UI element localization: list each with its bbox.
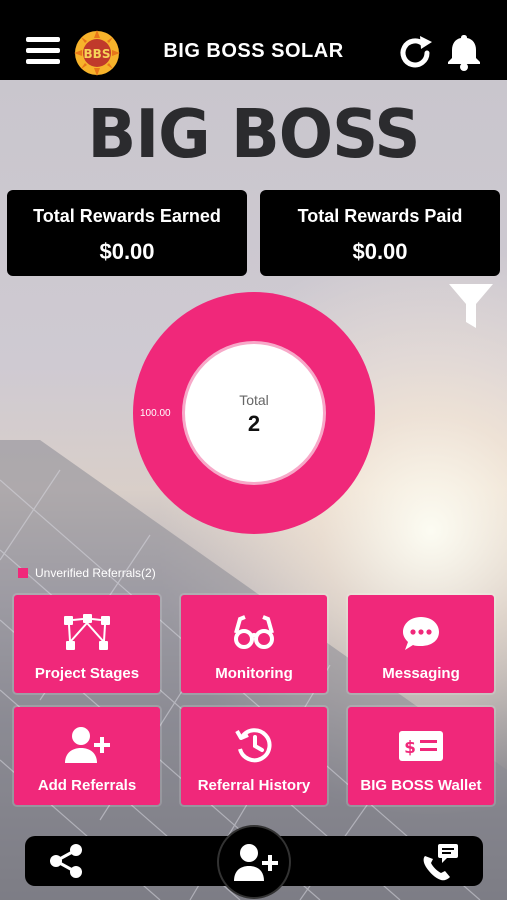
referral-history-tile[interactable]: Referral History: [181, 707, 327, 805]
earned-label: Total Rewards Earned: [33, 206, 221, 226]
paid-value: $0.00: [352, 239, 408, 264]
add-user-icon: [234, 844, 278, 881]
total-rewards-earned-card: Total Rewards Earned $0.00: [7, 190, 247, 276]
earned-value: $0.00: [99, 239, 155, 264]
add-referral-fab[interactable]: [219, 827, 289, 897]
share-icon[interactable]: [48, 843, 84, 879]
legend-label: Unverified Referrals(2): [35, 566, 156, 580]
monitoring-tile[interactable]: Monitoring: [181, 595, 327, 693]
chat-icon: [348, 613, 494, 653]
bell-icon[interactable]: [446, 33, 482, 71]
project-stages-icon: [14, 613, 160, 653]
add-referrals-tile[interactable]: Add Referrals: [14, 707, 160, 805]
add-user-icon: [14, 725, 160, 765]
total-rewards-paid-card: Total Rewards Paid $0.00: [260, 190, 500, 276]
top-app-bar: BBS BIG BOSS SOLAR: [0, 0, 507, 80]
messaging-tile[interactable]: Messaging: [348, 595, 494, 693]
big-boss-wallet-tile[interactable]: $ BIG BOSS Wallet: [348, 707, 494, 805]
tile-label: Add Referrals: [37, 777, 137, 794]
brand-heading: BIG BOSS: [87, 96, 421, 174]
glasses-icon: [181, 613, 327, 653]
paid-label: Total Rewards Paid: [297, 206, 463, 226]
history-icon: [181, 725, 327, 765]
legend-swatch: [18, 568, 28, 578]
tile-label: Messaging: [382, 665, 460, 682]
tile-label: BIG BOSS Wallet: [360, 777, 482, 794]
chart-legend: Unverified Referrals(2): [18, 566, 156, 580]
tile-label: Project Stages: [34, 665, 140, 682]
project-stages-tile[interactable]: Project Stages: [14, 595, 160, 693]
phone-message-icon[interactable]: [420, 842, 460, 882]
donut-total-label: Total: [239, 392, 269, 408]
tile-label: Monitoring: [215, 665, 293, 682]
refresh-icon[interactable]: [396, 33, 436, 73]
wallet-icon: $: [348, 725, 494, 765]
donut-total-value: 2: [247, 411, 261, 436]
tile-label: Referral History: [197, 777, 311, 794]
svg-text:$: $: [404, 738, 416, 758]
filter-icon[interactable]: [449, 284, 493, 330]
